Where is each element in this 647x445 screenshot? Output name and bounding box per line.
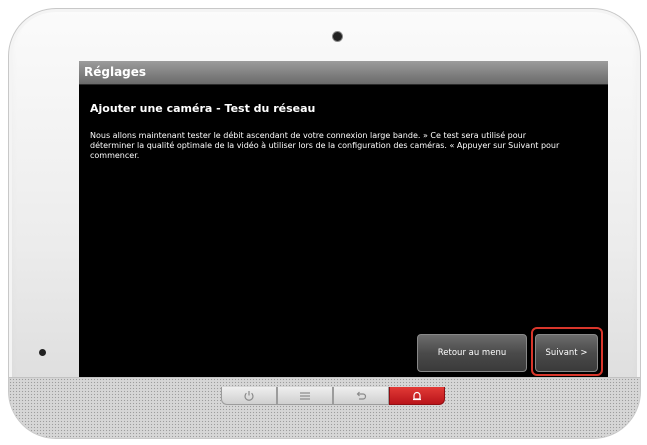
camera-lens [333,32,342,41]
power-icon [244,390,254,401]
hardware-button-bar [221,387,445,405]
power-button[interactable] [221,387,277,405]
title-bar: Réglages [79,61,608,85]
next-button[interactable]: Suivant > [535,334,598,372]
menu-icon [300,391,310,400]
screen: Réglages Ajouter une caméra - Test du ré… [79,61,608,377]
menu-button[interactable] [277,387,333,405]
alarm-icon [413,391,421,400]
page-body-text: Nous allons maintenant tester le débit a… [90,131,560,160]
page-heading: Ajouter une caméra - Test du réseau [90,102,316,115]
stage: Réglages Ajouter une caméra - Test du ré… [0,0,647,445]
back-button[interactable] [333,387,389,405]
alarm-button[interactable] [389,387,445,405]
touchscreen-device: Réglages Ajouter une caméra - Test du ré… [8,8,641,439]
status-led [39,349,46,356]
back-to-menu-button[interactable]: Retour au menu [417,334,527,372]
back-arrow-icon [356,391,367,400]
window-title: Réglages [84,65,147,79]
